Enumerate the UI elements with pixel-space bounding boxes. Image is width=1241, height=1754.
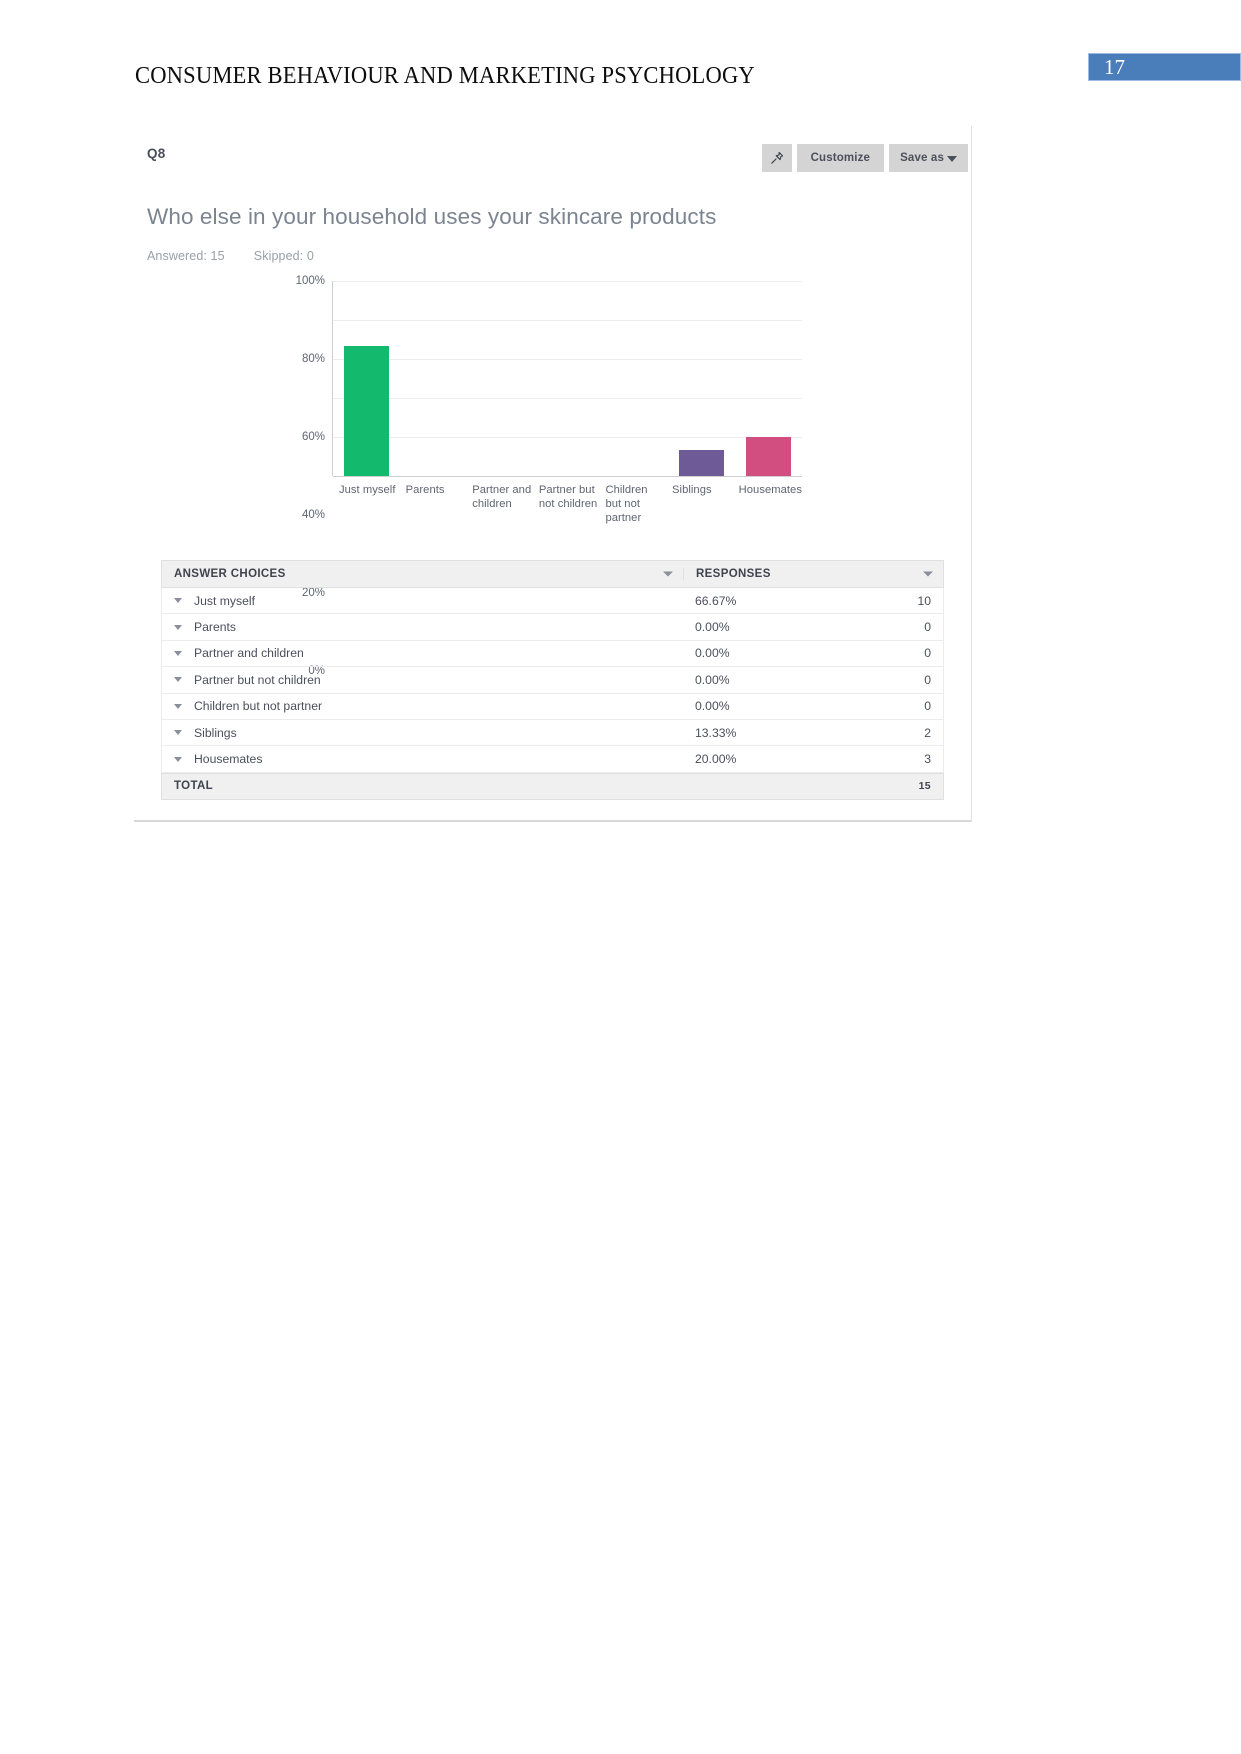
cell-response-percent: 13.33% <box>695 725 737 740</box>
chevron-down-icon[interactable] <box>663 571 673 577</box>
cell-response-percent: 20.00% <box>695 752 737 767</box>
x-axis-tick-label: Just myself <box>339 484 396 496</box>
cell-response-count: 0 <box>924 699 931 714</box>
answer-choice-label: Partner and children <box>194 646 304 661</box>
cell-answer-choice: Partner but not children <box>162 673 683 687</box>
chevron-down-icon[interactable] <box>923 571 933 577</box>
x-axis-tick-label: Housemates <box>738 484 802 496</box>
y-axis-tick-label: 40% <box>301 509 325 521</box>
chart-bar[interactable] <box>344 346 389 476</box>
cell-response-percent: 0.00% <box>695 646 730 661</box>
answer-choice-label: Housemates <box>194 752 263 767</box>
x-axis-tick-label: Parents <box>405 484 445 496</box>
save-as-label: Save as <box>900 152 944 164</box>
y-axis-tick-label: 80% <box>301 353 325 365</box>
chevron-down-icon[interactable] <box>174 624 182 630</box>
cell-answer-choice: Children but not partner <box>162 699 683 713</box>
cell-response-count: 0 <box>924 672 931 687</box>
results-toolbar: Customize Save as <box>761 144 968 172</box>
answer-choices-header-label: ANSWER CHOICES <box>174 568 286 580</box>
pin-button[interactable] <box>761 144 792 172</box>
table-row: Children but not partner 0.00% 0 <box>161 693 944 720</box>
question-id: Q8 <box>147 146 166 161</box>
chart-bar[interactable] <box>679 450 724 476</box>
bar-slot <box>534 281 601 476</box>
cell-answer-choice: Siblings <box>162 726 683 740</box>
bar-slot <box>333 281 400 476</box>
answer-choice-label: Children but not partner <box>194 699 323 714</box>
cell-response-percent: 66.67% <box>695 593 737 608</box>
cell-response-count: 10 <box>917 593 931 608</box>
page-number-badge: 17 <box>1088 53 1241 81</box>
column-header-answer-choices[interactable]: ANSWER CHOICES <box>162 568 683 580</box>
cell-answer-choice: Just myself <box>162 594 683 608</box>
chevron-down-icon[interactable] <box>174 703 182 709</box>
total-label: TOTAL <box>174 780 214 793</box>
cell-response-count: 0 <box>924 646 931 661</box>
cell-response-count: 0 <box>924 620 931 635</box>
page-title: CONSUMER BEHAVIOUR AND MARKETING PSYCHOL… <box>135 62 755 89</box>
skipped-count: Skipped: 0 <box>253 249 314 263</box>
chevron-down-icon[interactable] <box>174 598 182 604</box>
save-as-button[interactable]: Save as <box>889 144 968 172</box>
total-count: 15 <box>918 780 931 793</box>
chart-bar[interactable] <box>746 437 791 476</box>
answer-choice-label: Just myself <box>194 593 255 608</box>
cell-response-count: 2 <box>924 725 931 740</box>
question-title: Who else in your household uses your ski… <box>147 204 717 229</box>
bar-slot <box>668 281 735 476</box>
answer-choices-table: ANSWER CHOICES RESPONSES Just myself 66.6… <box>161 560 944 800</box>
document-header: CONSUMER BEHAVIOUR AND MARKETING PSYCHOL… <box>0 0 1241 110</box>
cell-answer-choice: Partner and children <box>162 646 683 660</box>
gridline: 0% <box>308 476 802 677</box>
pin-icon <box>769 150 785 166</box>
table-header-row: ANSWER CHOICES RESPONSES <box>161 560 944 588</box>
bar-slot <box>467 281 534 476</box>
bar-slot <box>735 281 802 476</box>
cell-answer-choice: Parents <box>162 620 683 634</box>
y-axis-tick-label: 100% <box>295 275 325 287</box>
table-row: Partner and children 0.00% 0 <box>161 640 944 668</box>
chart-x-axis-labels: Just myself Parents Partner and children Pa… <box>332 484 802 525</box>
x-axis-tick-label: Partner but not children <box>538 484 598 510</box>
chevron-down-icon[interactable] <box>174 756 182 762</box>
chevron-down-icon <box>947 156 957 162</box>
cell-response-percent: 0.00% <box>695 620 730 635</box>
results-bar-chart: 0% 20% 40% 60% 80% 100% Just myself Parents Par… <box>284 275 964 677</box>
answer-choice-label: Siblings <box>194 725 237 740</box>
table-row: Parents 0.00% 0 <box>161 614 944 641</box>
question-meta: Answered: 15 Skipped: 0 <box>147 249 314 263</box>
cell-answer-choice: Housemates <box>162 752 683 766</box>
chevron-down-icon[interactable] <box>174 730 182 736</box>
answer-choice-label: Parents <box>194 620 237 635</box>
x-axis-tick-label: Children but not partner <box>605 484 648 524</box>
table-row: Siblings 13.33% 2 <box>161 719 944 747</box>
column-header-responses[interactable]: RESPONSES <box>683 568 943 580</box>
table-row: Housemates 20.00% 3 <box>161 746 944 773</box>
x-axis-tick-label: Partner and children <box>472 484 532 510</box>
cell-response-percent: 0.00% <box>695 672 730 687</box>
bar-slot <box>400 281 467 476</box>
x-axis-tick-label: Siblings <box>672 484 712 496</box>
chevron-down-icon[interactable] <box>174 650 182 656</box>
table-body: Just myself 66.67% 10 Parents 0.00% 0 Partner … <box>161 588 944 773</box>
responses-header-label: RESPONSES <box>696 568 771 580</box>
customize-button[interactable]: Customize <box>796 144 885 172</box>
chart-bars <box>333 281 802 476</box>
answered-count: Answered: 15 <box>147 249 225 263</box>
chevron-down-icon[interactable] <box>174 677 182 683</box>
document-page: CONSUMER BEHAVIOUR AND MARKETING PSYCHOL… <box>0 0 1241 1754</box>
table-row: Partner but not children 0.00% 0 <box>161 667 944 694</box>
bar-slot <box>601 281 668 476</box>
cell-response-count: 3 <box>924 752 931 767</box>
cell-response-percent: 0.00% <box>695 699 730 714</box>
y-axis-tick-label: 60% <box>301 431 325 443</box>
table-total-row: TOTAL 15 <box>161 772 944 800</box>
chart-plot-area: 0% 20% 40% 60% 80% 100% <box>296 275 802 677</box>
survey-results-screenshot: Q8 Customize Save as Who else in your ho… <box>134 126 972 822</box>
answer-choice-label: Partner but not children <box>194 672 321 687</box>
table-row: Just myself 66.67% 10 <box>161 588 944 615</box>
